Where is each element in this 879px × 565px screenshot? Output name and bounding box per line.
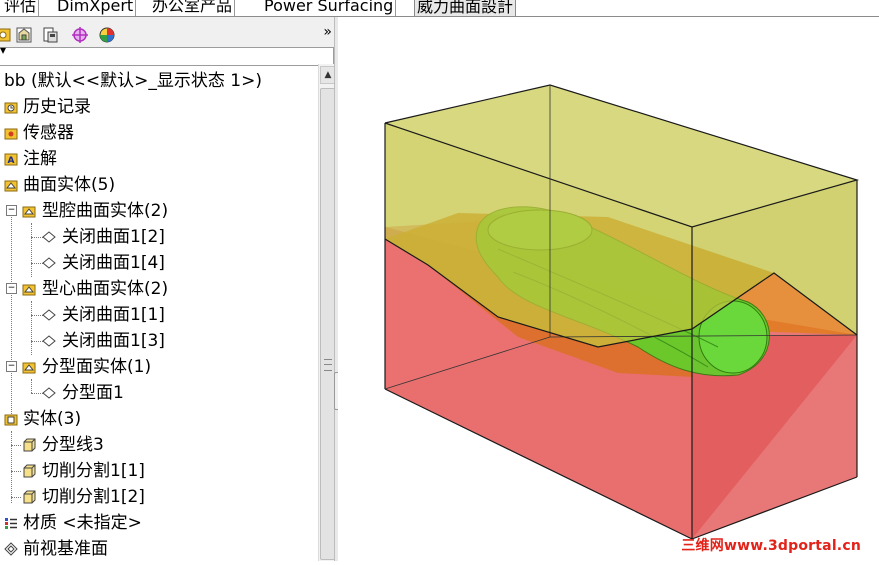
annotations-folder-icon: A [4, 153, 18, 166]
tree-item-label: 关闭曲面1[1] [62, 305, 165, 325]
surface-body-icon [42, 387, 56, 399]
tree-guide [11, 471, 21, 472]
tree-item-label: 切削分割1[2] [42, 487, 145, 507]
material-icon [5, 518, 17, 529]
tree-root-label: bb (默认<<默认>_显示状态 1>) [4, 71, 262, 91]
surface-body-icon [42, 335, 56, 347]
tree-guide [11, 431, 12, 503]
command-manager-tabs: 评估 DimXpert 办公室产品 Power Surfacing 威力曲面設計 [0, 0, 879, 17]
tree-item-label: 型腔曲面实体(2) [42, 201, 169, 221]
tree-guide [11, 210, 12, 418]
tree-item-label: 关闭曲面1[4] [62, 253, 165, 273]
tree-item-label: 前视基准面 [23, 539, 108, 559]
tree-item-label: 关闭曲面1[2] [62, 227, 165, 247]
tree-item-label: 材质 <未指定> [23, 513, 142, 533]
tree-guide [31, 301, 32, 355]
tree-guide [31, 379, 32, 393]
tree-item-label: 分型线3 [42, 435, 104, 455]
tree-item-label: 注解 [23, 149, 57, 169]
tree-item-label: 切削分割1[1] [42, 461, 145, 481]
tree-item-label: 型心曲面实体(2) [42, 279, 169, 299]
solid-bodies-folder-icon [4, 414, 18, 426]
surface-folder-icon [22, 206, 36, 218]
display-manager-icon[interactable] [96, 24, 118, 46]
tree-item-label: 传感器 [23, 123, 74, 143]
solid-body-icon [23, 464, 36, 478]
tree-item-label: 分型面实体(1) [42, 357, 152, 377]
scroll-grip-icon [324, 359, 332, 371]
sensors-folder-icon [4, 128, 18, 140]
tree-item-label: 历史记录 [23, 97, 91, 117]
watermark: 三维网www.3dportal.cn [681, 538, 861, 554]
solid-body-icon [23, 490, 36, 504]
history-folder-icon [4, 102, 18, 114]
tab-power-surfacing[interactable]: Power Surfacing [262, 0, 397, 16]
surface-body-icon [42, 309, 56, 321]
surface-body-icon [42, 231, 56, 243]
configuration-manager-icon[interactable] [39, 24, 61, 46]
toolbar-more-button[interactable]: » [323, 24, 332, 40]
tree-item-label: 实体(3) [23, 409, 82, 429]
manager-toolbar: » [0, 17, 336, 48]
expand-toggle[interactable]: − [6, 283, 17, 294]
plane-icon [4, 542, 18, 556]
tab-office-products[interactable]: 办公室产品 [150, 0, 236, 16]
tree-item-label: 曲面实体(5) [23, 175, 116, 195]
filter-glyph: ▾ [0, 43, 7, 57]
graphics-viewport[interactable]: 三维网www.3dportal.cn [338, 17, 879, 561]
tree-guide [31, 223, 32, 277]
tab-evaluate[interactable]: 评估 [2, 0, 40, 16]
solid-body-icon [23, 438, 36, 452]
surface-folder-icon [22, 284, 36, 296]
expand-toggle[interactable]: − [6, 205, 17, 216]
feature-tree: bb (默认<<默认>_显示状态 1>) 历史记录 传感器 A 注解 曲面实体(… [0, 64, 318, 561]
tree-guide [11, 445, 21, 446]
tree-item-label: 分型面1 [62, 383, 124, 403]
tree-item-label: 关闭曲面1[3] [62, 331, 165, 351]
expand-toggle[interactable]: − [6, 361, 17, 372]
mold-model-view [384, 84, 860, 540]
tree-guide [11, 497, 21, 498]
surface-body-icon [42, 257, 56, 269]
tab-dimxpert[interactable]: DimXpert [55, 0, 137, 16]
tree-scrollbar[interactable]: ▲ [318, 64, 336, 561]
property-manager-icon[interactable] [13, 24, 35, 46]
surface-folder-icon [22, 362, 36, 374]
tab-power-surface-design[interactable]: 威力曲面設計 [414, 0, 517, 17]
dimxpert-manager-icon[interactable] [69, 24, 91, 46]
surface-bodies-folder-icon [4, 180, 18, 192]
svg-text:A: A [8, 156, 15, 166]
